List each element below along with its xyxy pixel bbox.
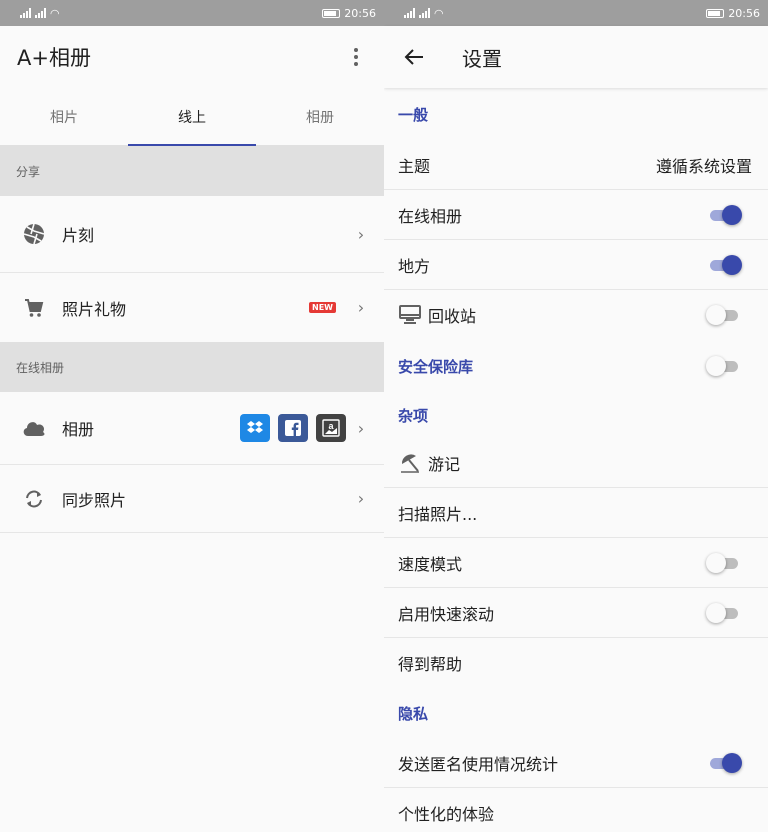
chevron-right-icon: › bbox=[357, 298, 365, 317]
tab-albums[interactable]: 相册 bbox=[256, 88, 384, 145]
list-item-label: 相册 bbox=[62, 420, 95, 439]
vault-label: 安全保险库 bbox=[398, 357, 474, 376]
list-item-label: 照片礼物 bbox=[62, 299, 127, 319]
recycle-bin-label-group: 回收站 bbox=[398, 303, 476, 327]
settings-app-bar: 设置 bbox=[384, 26, 768, 88]
amazon-photos-icon[interactable]: a bbox=[316, 414, 346, 442]
app-bar: A+相册 bbox=[0, 26, 384, 88]
list-item-sync-photos[interactable]: 同步照片 › bbox=[0, 465, 384, 533]
setting-label: 扫描照片... bbox=[398, 504, 478, 524]
setting-label: 游记 bbox=[428, 454, 461, 474]
signal-icon bbox=[404, 8, 415, 18]
tab-bar: 相片 线上 相册 bbox=[0, 88, 384, 146]
setting-label: 发送匿名使用情况统计 bbox=[398, 754, 559, 774]
section-header-online-albums: 在线相册 bbox=[0, 342, 384, 392]
setting-speed-mode[interactable]: 速度模式 bbox=[384, 538, 768, 588]
setting-label: 启用快速滚动 bbox=[398, 604, 495, 624]
list-item-label: 片刻 bbox=[62, 226, 95, 245]
speed-mode-toggle[interactable] bbox=[706, 552, 744, 573]
section-header-share: 分享 bbox=[0, 146, 384, 196]
battery-icon bbox=[706, 8, 725, 18]
setting-label: 地方 bbox=[398, 256, 431, 276]
status-right: 20:56 bbox=[322, 7, 376, 20]
wifi-icon: ◠ bbox=[50, 6, 60, 20]
online-album-toggle[interactable] bbox=[708, 204, 744, 225]
status-signals: ◠ bbox=[20, 7, 60, 20]
chevron-right-icon: › bbox=[357, 418, 365, 438]
setting-label: 主题 bbox=[398, 156, 431, 176]
setting-online-album[interactable]: 在线相册 bbox=[384, 190, 768, 240]
more-options-icon[interactable] bbox=[344, 45, 368, 69]
setting-label: 得到帮助 bbox=[398, 655, 463, 674]
status-time: 20:56 bbox=[344, 6, 376, 20]
status-bar: ◠ 20:56 bbox=[384, 0, 768, 26]
chevron-right-icon: › bbox=[357, 224, 365, 244]
category-privacy: 隐私 bbox=[398, 704, 429, 723]
cloud-icon bbox=[20, 414, 48, 442]
status-time: 20:56 bbox=[728, 6, 760, 20]
category-vault[interactable]: 安全保险库 bbox=[384, 340, 768, 392]
setting-label: 回收站 bbox=[428, 307, 477, 326]
right-screen: ◠ 20:56 设置 一般 主题 遵循系统设置 在线相册 地方 回收站 安全保险… bbox=[384, 0, 768, 832]
setting-theme[interactable]: 主题 遵循系统设置 bbox=[384, 140, 768, 190]
travel-label-group: 游记 bbox=[398, 451, 460, 475]
setting-label: 速度模式 bbox=[398, 554, 463, 574]
signal-icon bbox=[419, 8, 430, 18]
new-badge: NEW bbox=[309, 302, 336, 313]
setting-anonymous-stats[interactable]: 发送匿名使用情况统计 bbox=[384, 738, 768, 788]
list-item-photo-gifts[interactable]: 照片礼物 NEW › bbox=[0, 273, 384, 342]
list-item-moments[interactable]: 片刻 › bbox=[0, 196, 384, 273]
setting-get-help[interactable]: 得到帮助 bbox=[384, 638, 768, 688]
category-general: 一般 bbox=[398, 105, 429, 124]
dropbox-icon[interactable] bbox=[240, 414, 270, 442]
recycle-bin-toggle[interactable] bbox=[706, 305, 744, 325]
category-misc: 杂项 bbox=[398, 406, 429, 425]
beach-umbrella-icon bbox=[398, 451, 422, 475]
status-right: 20:56 bbox=[706, 7, 760, 20]
setting-travel-journal[interactable]: 游记 bbox=[384, 438, 768, 488]
chevron-right-icon: › bbox=[357, 489, 365, 508]
theme-value: 遵循系统设置 bbox=[655, 156, 752, 176]
amazon-letter: a bbox=[328, 421, 334, 431]
setting-fast-scroll[interactable]: 启用快速滚动 bbox=[384, 588, 768, 638]
anonymous-stats-toggle[interactable] bbox=[708, 752, 744, 773]
app-title: A+相册 bbox=[17, 46, 91, 70]
cart-icon bbox=[20, 294, 48, 322]
tab-online[interactable]: 线上 bbox=[128, 88, 256, 146]
recycle-bin-icon bbox=[398, 303, 422, 327]
status-signals: ◠ bbox=[404, 7, 444, 20]
facebook-icon[interactable] bbox=[278, 414, 308, 442]
list-item-albums[interactable]: 相册 a › bbox=[0, 392, 384, 465]
setting-recycle-bin[interactable]: 回收站 bbox=[384, 290, 768, 340]
places-toggle[interactable] bbox=[708, 254, 744, 275]
sync-icon bbox=[20, 485, 48, 513]
battery-icon bbox=[322, 8, 341, 18]
setting-label: 个性化的体验 bbox=[398, 805, 495, 824]
settings-title: 设置 bbox=[462, 46, 502, 71]
signal-icon bbox=[35, 8, 46, 18]
setting-personalized-experience[interactable]: 个性化的体验 bbox=[384, 788, 768, 832]
wifi-icon: ◠ bbox=[434, 6, 444, 20]
signal-icon bbox=[20, 8, 31, 18]
vault-toggle[interactable] bbox=[706, 356, 744, 376]
back-arrow-icon[interactable] bbox=[402, 45, 426, 69]
tab-photos[interactable]: 相片 bbox=[0, 88, 128, 145]
status-bar: ◠ 20:56 bbox=[0, 0, 384, 26]
setting-label: 在线相册 bbox=[398, 206, 463, 226]
left-screen: ◠ 20:56 A+相册 相片 线上 相册 分享 片刻 › 照片礼物 NEW ›… bbox=[0, 0, 384, 832]
fast-scroll-toggle[interactable] bbox=[706, 602, 744, 623]
aperture-icon bbox=[20, 220, 48, 248]
setting-scan-photos[interactable]: 扫描照片... bbox=[384, 488, 768, 538]
setting-places[interactable]: 地方 bbox=[384, 240, 768, 290]
list-item-label: 同步照片 bbox=[62, 490, 127, 510]
